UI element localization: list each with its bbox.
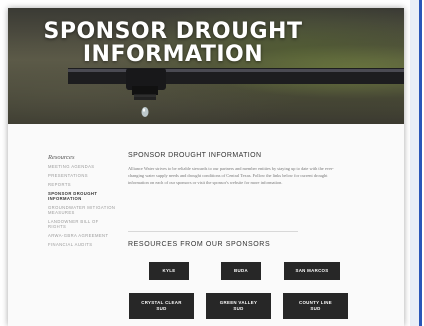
page-title: SPONSOR DROUGHT INFORMATION <box>8 20 338 66</box>
sponsor-button-sublabel: SUD <box>156 306 167 311</box>
sidebar-item-presentations[interactable]: PRESENTATIONS <box>48 173 118 178</box>
sponsor-button-buda[interactable]: BUDA <box>221 262 261 280</box>
sponsor-button-label: KYLE <box>162 268 176 273</box>
sidebar-item-meeting-agendas[interactable]: MEETING AGENDAS <box>48 164 118 169</box>
window-edge <box>410 0 424 326</box>
sidebar-item-arwa-gbra-agreement[interactable]: ARWA-GBRA AGREEMENT <box>48 233 118 238</box>
divider <box>128 231 298 232</box>
sponsor-button-kyle[interactable]: KYLE <box>149 262 189 280</box>
sponsor-button-green-valley-sud[interactable]: GREEN VALLEY SUD <box>206 293 271 319</box>
section-title: SPONSOR DROUGHT INFORMATION <box>128 152 262 159</box>
sponsor-button-san-marcos[interactable]: SAN MARCOS <box>284 262 340 280</box>
sidebar-item-reports[interactable]: REPORTS <box>48 182 118 187</box>
sponsor-button-label: BUDA <box>234 268 248 273</box>
sidebar-heading: Resources <box>48 154 75 161</box>
page-title-line-2: INFORMATION <box>82 42 264 67</box>
hero-banner: SPONSOR DROUGHT INFORMATION <box>8 8 404 124</box>
sponsor-button-county-line-sud[interactable]: COUNTY LINE SUD <box>283 293 348 319</box>
sponsor-button-label: SAN MARCOS <box>295 268 329 273</box>
sponsor-button-sublabel: SUD <box>233 306 244 311</box>
sponsor-button-sublabel: SUD <box>310 306 321 311</box>
resources-title: RESOURCES FROM OUR SPONSORS <box>128 241 271 248</box>
sidebar-item-sponsor-drought-information[interactable]: SPONSOR DROUGHT INFORMATION <box>48 191 118 201</box>
sponsor-button-crystal-clear-sud[interactable]: CRYSTAL CLEAR SUD <box>129 293 194 319</box>
intro-paragraph: Alliance Water strives to be reliable st… <box>128 166 334 186</box>
sidebar: Resources MEETING AGENDAS PRESENTATIONS … <box>48 154 118 251</box>
sidebar-item-groundwater-mitigation-measures[interactable]: GROUNDWATER MITIGATION MEASURES <box>48 205 118 215</box>
page-title-line-1: SPONSOR DROUGHT <box>43 19 303 44</box>
page: SPONSOR DROUGHT INFORMATION Resources ME… <box>8 8 404 326</box>
sidebar-item-financial-audits[interactable]: FINANCIAL AUDITS <box>48 242 118 247</box>
main-content: SPONSOR DROUGHT INFORMATION Alliance Wat… <box>128 152 348 187</box>
sidebar-item-landowner-bill-of-rights[interactable]: LANDOWNER BILL OF RIGHTS <box>48 219 118 229</box>
